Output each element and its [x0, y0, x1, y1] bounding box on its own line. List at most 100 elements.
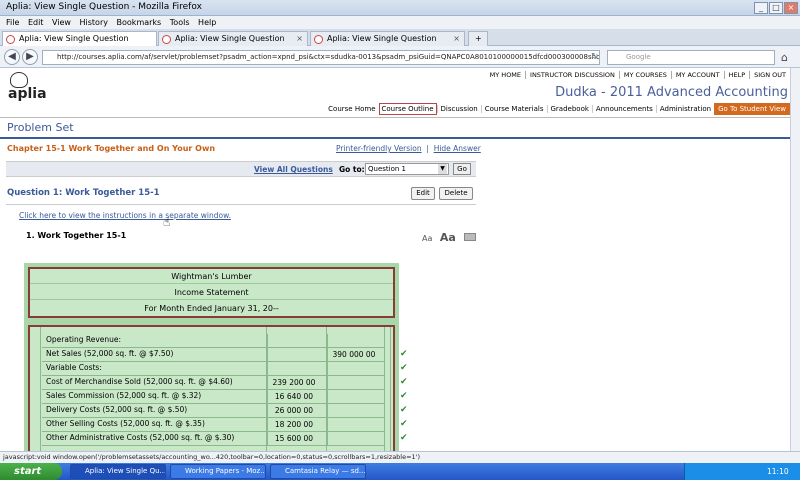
- my-home-link[interactable]: MY HOME: [486, 71, 525, 79]
- printer-friendly-link[interactable]: Printer-friendly Version: [336, 144, 422, 153]
- help-link[interactable]: HELP: [723, 71, 750, 79]
- amount-col1[interactable]: [267, 348, 320, 361]
- taskbar: start Aplia: View Single Qu... Working P…: [0, 463, 800, 493]
- hand-cursor-icon: ☝: [163, 215, 171, 229]
- course-outline-link[interactable]: Course Outline: [378, 103, 437, 115]
- amount-col1[interactable]: 26 000 00: [267, 404, 320, 417]
- tab-1[interactable]: Aplia: View Single Question: [2, 31, 157, 46]
- tab-3[interactable]: Aplia: View Single Question ×: [310, 31, 465, 46]
- taskbar-item-camtasia[interactable]: Camtasia Relay — sd...: [270, 464, 366, 479]
- amount-col2[interactable]: [327, 334, 380, 347]
- amount-col2[interactable]: [327, 418, 380, 431]
- taskbar-item-working-papers[interactable]: Working Papers - Moz...: [170, 464, 266, 479]
- amount-col2[interactable]: [327, 362, 380, 375]
- close-tab-icon[interactable]: ×: [296, 32, 303, 46]
- amount-col1[interactable]: 16 640 00: [267, 390, 320, 403]
- correct-check-icon: ✔: [400, 405, 408, 415]
- column-rule: [384, 327, 385, 460]
- aplia-favicon-icon: [162, 35, 171, 44]
- statement-header: Wightman's Lumber Income Statement For M…: [28, 267, 395, 318]
- font-tools: Aa Aa: [422, 231, 477, 244]
- page-title: Problem Set: [7, 121, 74, 134]
- reload-icon[interactable]: ↻: [591, 52, 599, 62]
- my-account-link[interactable]: MY ACCOUNT: [670, 71, 724, 79]
- statement-body: Operating Revenue: Net Sales (52,000 sq.…: [28, 325, 395, 460]
- instructor-discussion-link[interactable]: INSTRUCTOR DISCUSSION: [525, 71, 619, 79]
- tab-bar: Aplia: View Single Question Aplia: View …: [0, 29, 800, 46]
- question-select[interactable]: Question 1 ▼: [365, 163, 449, 175]
- row-label: Operating Revenue:: [46, 335, 122, 344]
- taskbar-item-aplia[interactable]: Aplia: View Single Qu...: [70, 464, 166, 479]
- correct-check-icon: ✔: [400, 363, 408, 373]
- instructions-link[interactable]: Click here to view the instructions in a…: [19, 211, 231, 220]
- amount-col1[interactable]: 15 600 00: [267, 432, 320, 445]
- small-font-button[interactable]: Aa: [422, 234, 432, 243]
- row-label: Sales Commission (52,000 sq. ft. @ $.32): [46, 391, 202, 400]
- amount-col1[interactable]: 239 200 00: [267, 376, 320, 389]
- table-row: Other Selling Costs (52,000 sq. ft. @ $.…: [42, 418, 384, 432]
- question-select-value: Question 1: [368, 165, 406, 173]
- maximize-button[interactable]: □: [769, 2, 783, 14]
- status-bar: javascript:void window.open('/problemset…: [0, 451, 800, 463]
- table-row: Variable Costs:: [42, 362, 384, 376]
- discussion-link[interactable]: Discussion: [436, 105, 481, 113]
- table-row: Net Sales (52,000 sq. ft. @ $7.50) 390 0…: [42, 348, 384, 362]
- view-all-questions-link[interactable]: View All Questions: [254, 165, 333, 174]
- menu-file[interactable]: File: [6, 16, 19, 29]
- amount-col2[interactable]: [327, 390, 380, 403]
- top-links: MY HOME INSTRUCTOR DISCUSSION MY COURSES MY…: [486, 71, 790, 79]
- amount-col1[interactable]: 18 200 00: [267, 418, 320, 431]
- system-tray: 11:10 AM: [684, 463, 800, 493]
- search-input[interactable]: Google: [607, 50, 775, 65]
- course-materials-link[interactable]: Course Materials: [480, 105, 547, 113]
- delete-button[interactable]: Delete: [439, 187, 473, 200]
- table-row: Sales Commission (52,000 sq. ft. @ $.32)…: [42, 390, 384, 404]
- forward-arrow-icon[interactable]: ▶: [22, 49, 38, 65]
- row-label: Net Sales (52,000 sq. ft. @ $7.50): [46, 349, 174, 358]
- menu-history[interactable]: History: [80, 16, 108, 29]
- menu-view[interactable]: View: [52, 16, 71, 29]
- new-tab-button[interactable]: +: [468, 31, 488, 46]
- minimize-button[interactable]: _: [754, 2, 768, 14]
- aplia-logo[interactable]: aplia: [8, 86, 47, 102]
- back-arrow-icon[interactable]: ◀: [4, 49, 20, 65]
- divider: [0, 137, 790, 139]
- close-window-button[interactable]: ×: [784, 2, 798, 14]
- large-font-button[interactable]: Aa: [440, 231, 456, 244]
- menu-edit[interactable]: Edit: [28, 16, 44, 29]
- clock: 11:10 AM: [767, 467, 789, 493]
- address-bar[interactable]: http://courses.aplia.com/af/servlet/prob…: [42, 50, 600, 65]
- announcements-link[interactable]: Announcements: [591, 105, 656, 113]
- menu-bar: File Edit View History Bookmarks Tools H…: [0, 16, 800, 29]
- amount-col2[interactable]: 390 000 00: [327, 348, 380, 361]
- administration-link[interactable]: Administration: [655, 105, 715, 113]
- tab-2[interactable]: Aplia: View Single Question ×: [158, 31, 308, 46]
- goto-label: Go to:: [339, 165, 365, 174]
- correct-check-icon: ✔: [400, 433, 408, 443]
- amount-col1[interactable]: [267, 362, 320, 375]
- aplia-favicon-icon: [6, 35, 15, 44]
- close-tab-icon[interactable]: ×: [453, 32, 460, 46]
- amount-col2[interactable]: [327, 376, 380, 389]
- gradebook-link[interactable]: Gradebook: [546, 105, 592, 113]
- course-home-link[interactable]: Course Home: [325, 105, 378, 113]
- hide-answer-link[interactable]: Hide Answer: [434, 144, 481, 153]
- start-button[interactable]: start: [0, 463, 62, 480]
- vertical-scrollbar[interactable]: [790, 68, 800, 451]
- window-title: Aplia: View Single Question - Mozilla Fi…: [6, 2, 202, 12]
- edit-button[interactable]: Edit: [411, 187, 435, 200]
- row-label: Variable Costs:: [46, 363, 102, 372]
- home-icon[interactable]: ⌂: [781, 51, 788, 64]
- sign-out-link[interactable]: SIGN OUT: [749, 71, 790, 79]
- amount-col2[interactable]: [327, 432, 380, 445]
- menu-tools[interactable]: Tools: [170, 16, 190, 29]
- go-button[interactable]: Go: [453, 163, 471, 175]
- menu-bookmarks[interactable]: Bookmarks: [117, 16, 162, 29]
- amount-col2[interactable]: [327, 404, 380, 417]
- printer-icon[interactable]: [464, 233, 477, 241]
- menu-help[interactable]: Help: [198, 16, 216, 29]
- amount-col1[interactable]: [267, 334, 320, 347]
- student-view-button[interactable]: Go To Student View: [714, 103, 790, 115]
- my-courses-link[interactable]: MY COURSES: [618, 71, 671, 79]
- correct-check-icon: ✔: [400, 419, 408, 429]
